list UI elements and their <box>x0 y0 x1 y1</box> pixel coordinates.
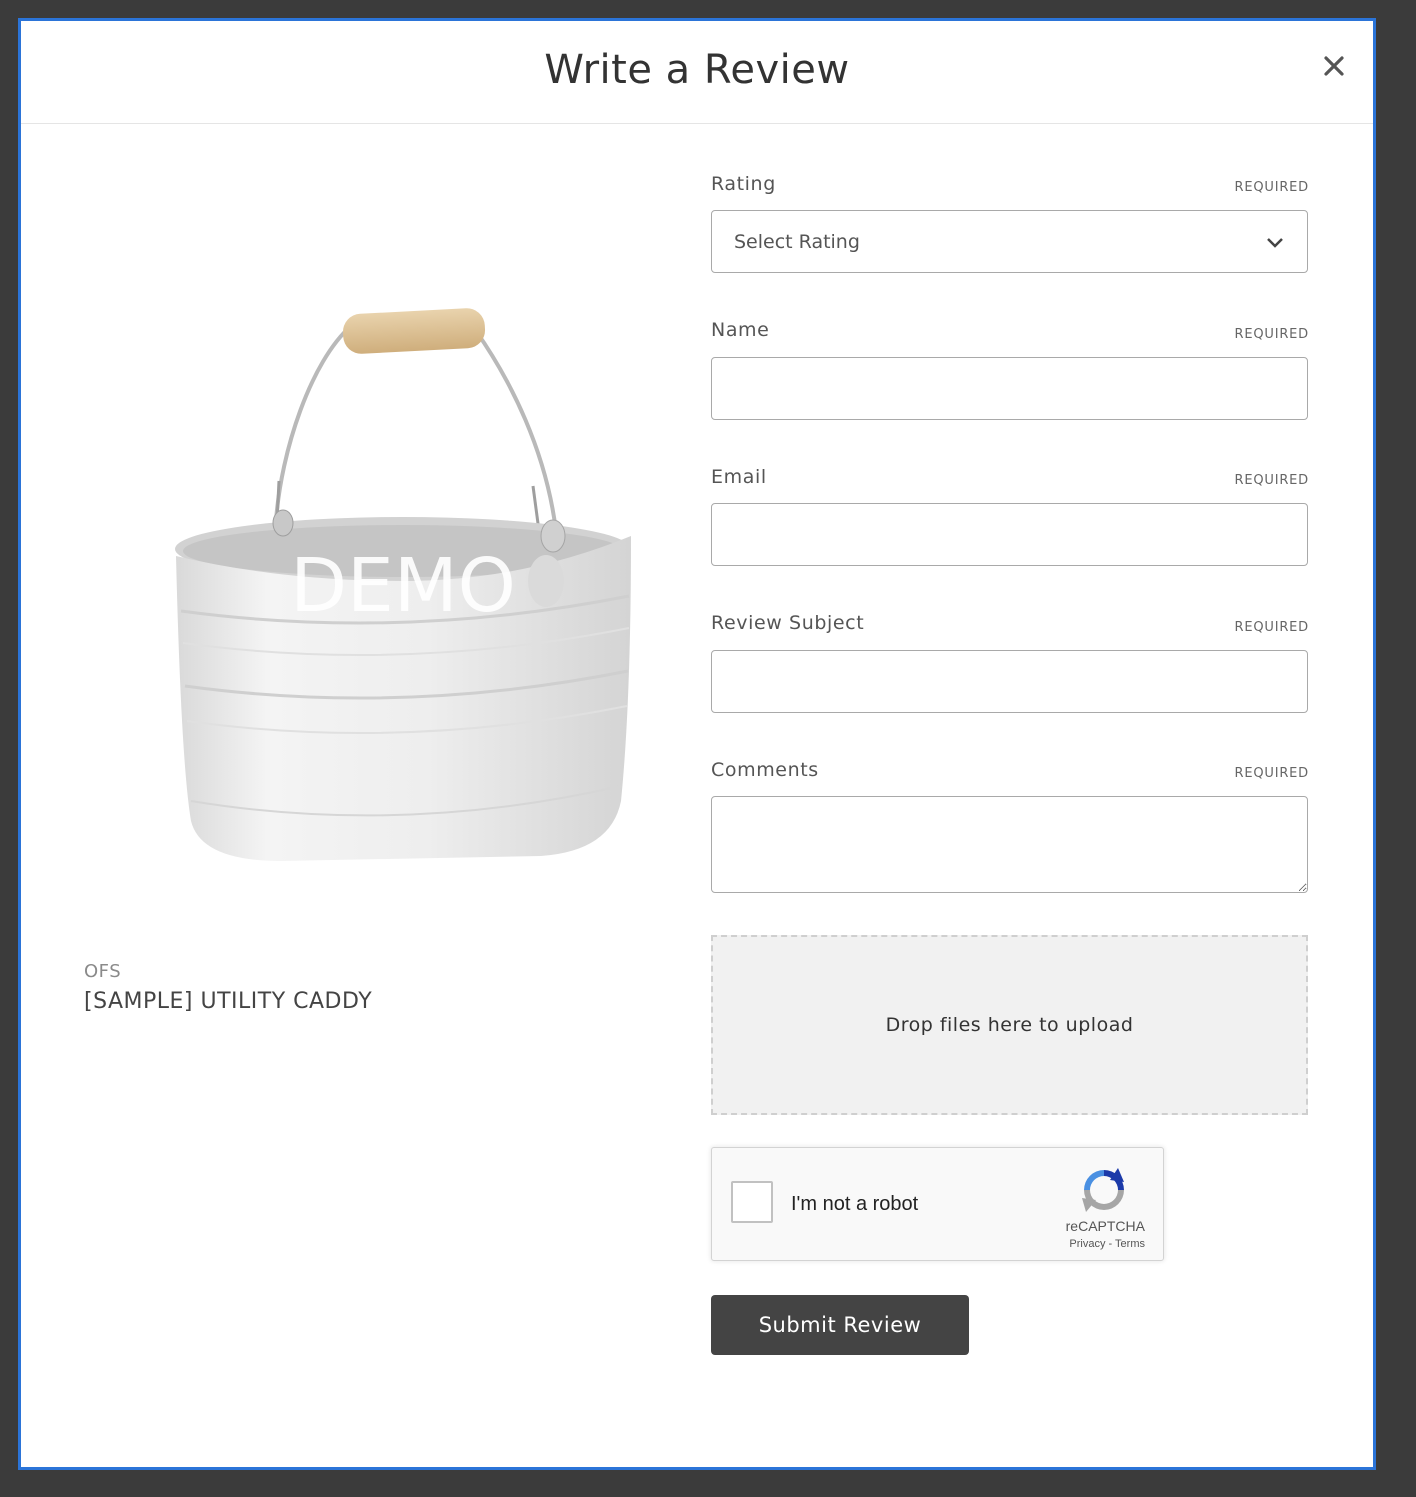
recaptcha-brand: reCAPTCHA <box>1065 1218 1145 1234</box>
recaptcha-terms-link[interactable]: Terms <box>1115 1238 1145 1250</box>
subject-label: Review Subject <box>711 612 865 634</box>
review-modal: Write a Review DEMO OFS [SAMPLE] UTILITY… <box>18 18 1376 1470</box>
recaptcha-checkbox[interactable] <box>731 1181 773 1223</box>
recaptcha-logo-icon <box>1082 1168 1124 1212</box>
dropzone-text: Drop files here to upload <box>885 1014 1134 1036</box>
recaptcha-privacy-link[interactable]: Privacy <box>1069 1238 1105 1250</box>
subject-input[interactable] <box>711 650 1308 713</box>
submit-review-button[interactable]: Submit Review <box>711 1295 969 1355</box>
rating-label: Rating <box>711 173 776 195</box>
email-label: Email <box>711 466 767 488</box>
rating-select[interactable]: Select Rating <box>711 210 1308 273</box>
rating-selected-value: Select Rating <box>734 230 860 253</box>
demo-watermark: DEMO <box>290 543 516 629</box>
recaptcha-links: Privacy - Terms <box>1069 1238 1145 1250</box>
chevron-down-icon <box>1267 237 1283 248</box>
subject-required: REQUIRED <box>1234 620 1309 635</box>
name-input[interactable] <box>711 357 1308 420</box>
product-image: DEMO <box>175 308 631 861</box>
comments-textarea[interactable] <box>711 796 1308 893</box>
close-button[interactable] <box>1319 51 1349 81</box>
email-required: REQUIRED <box>1234 473 1309 488</box>
close-icon <box>1324 56 1344 76</box>
recaptcha-separator: - <box>1105 1238 1116 1250</box>
comments-required: REQUIRED <box>1234 766 1309 781</box>
modal-header: Write a Review <box>21 21 1373 124</box>
comments-label: Comments <box>711 759 819 781</box>
file-dropzone[interactable]: Drop files here to upload <box>711 935 1308 1115</box>
modal-title: Write a Review <box>544 47 850 93</box>
name-label: Name <box>711 319 770 341</box>
product-name: [SAMPLE] UTILITY CADDY <box>84 989 373 1014</box>
recaptcha-label: I'm not a robot <box>791 1193 919 1215</box>
name-required: REQUIRED <box>1234 327 1309 342</box>
recaptcha-widget: I'm not a robot reCAPTCHA Privacy - Term… <box>711 1147 1164 1261</box>
product-brand: OFS <box>84 961 122 982</box>
email-input[interactable] <box>711 503 1308 566</box>
rating-required: REQUIRED <box>1234 180 1309 195</box>
